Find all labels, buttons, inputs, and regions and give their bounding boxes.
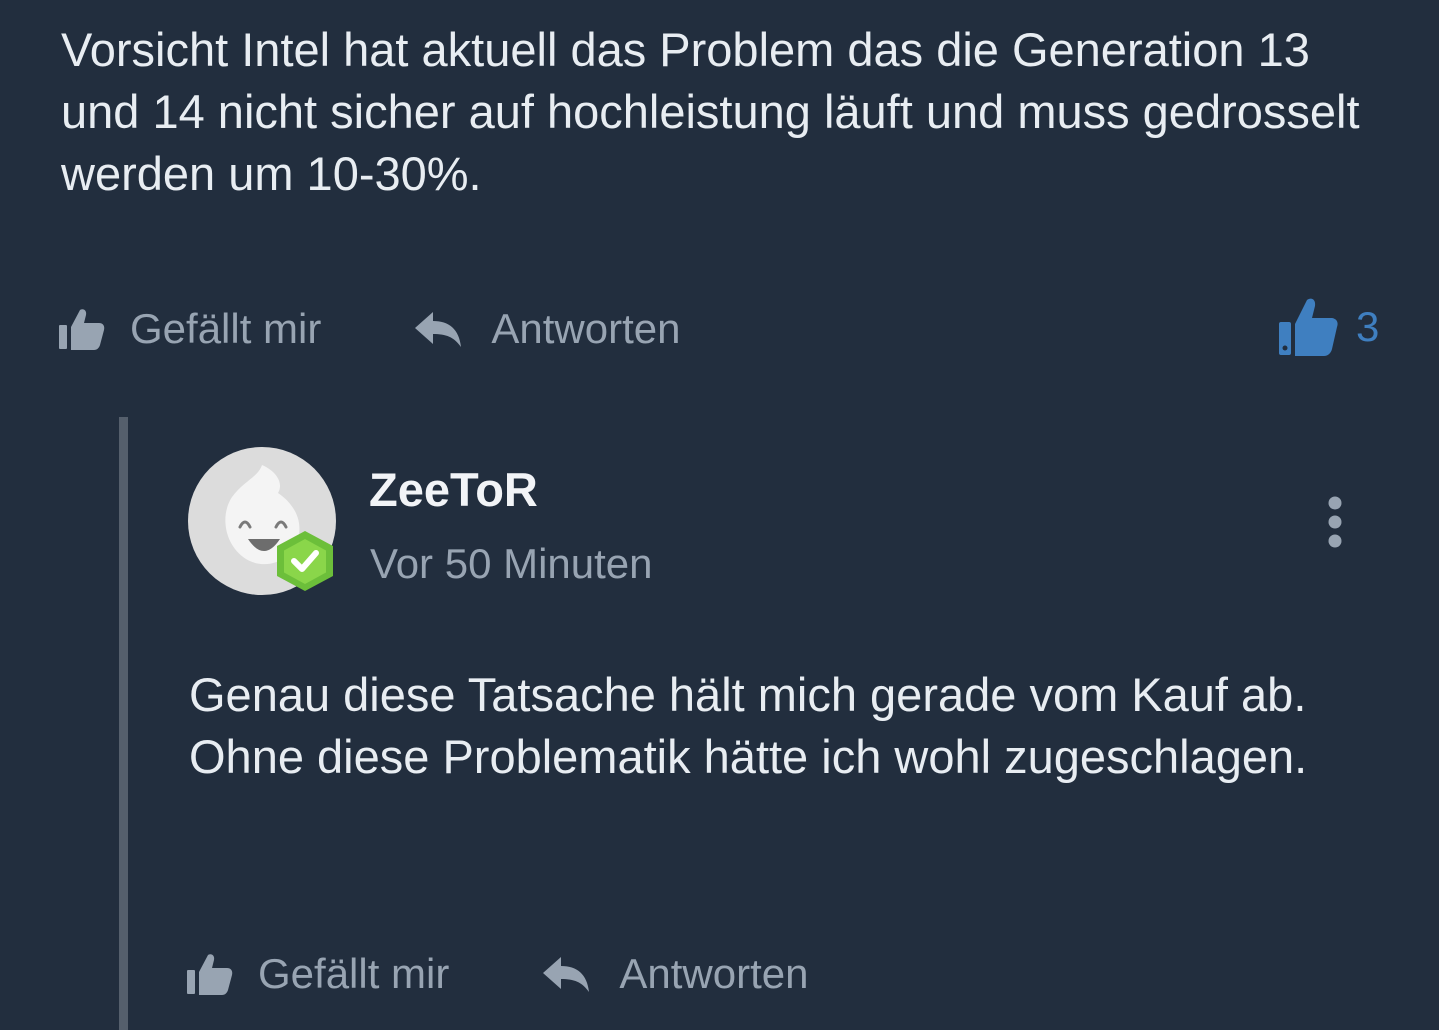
comment-thread: Vorsicht Intel hat aktuell das Problem d… [0,0,1439,1030]
reply-comment-actions: Gefällt mir Antworten [186,943,808,1005]
reply-arrow-icon [543,957,590,992]
reply-reply-button[interactable]: Antworten [541,950,808,998]
reply-like-button[interactable]: Gefällt mir [186,950,449,998]
like-button-label: Gefällt mir [130,305,322,352]
reply-button[interactable]: Antworten [413,305,680,353]
thread-indent-line [119,417,128,1030]
like-count-indicator[interactable]: 3 [1276,296,1379,358]
like-count: 3 [1356,303,1380,350]
more-vertical-icon [1328,496,1342,548]
avatar[interactable] [188,447,337,596]
reply-button-label: Antworten [491,305,681,352]
reply-arrow-icon [415,312,462,347]
main-comment-text: Vorsicht Intel hat aktuell das Problem d… [61,23,1360,200]
main-comment-actions: Gefällt mir Antworten [58,298,680,360]
reply-comment-text: Genau diese Tatsache hält mich gerade vo… [189,668,1308,783]
more-options-button[interactable] [1314,495,1356,551]
like-button-label: Gefällt mir [258,950,450,997]
username[interactable]: ZeeToR [369,462,538,518]
thumbs-up-icon [59,309,105,350]
timestamp: Vor 50 Minuten [370,540,653,587]
thumbs-up-icon [187,954,233,995]
thumbs-up-filled-icon [1279,298,1338,356]
like-button[interactable]: Gefällt mir [58,305,321,353]
reply-button-label: Antworten [619,950,809,997]
